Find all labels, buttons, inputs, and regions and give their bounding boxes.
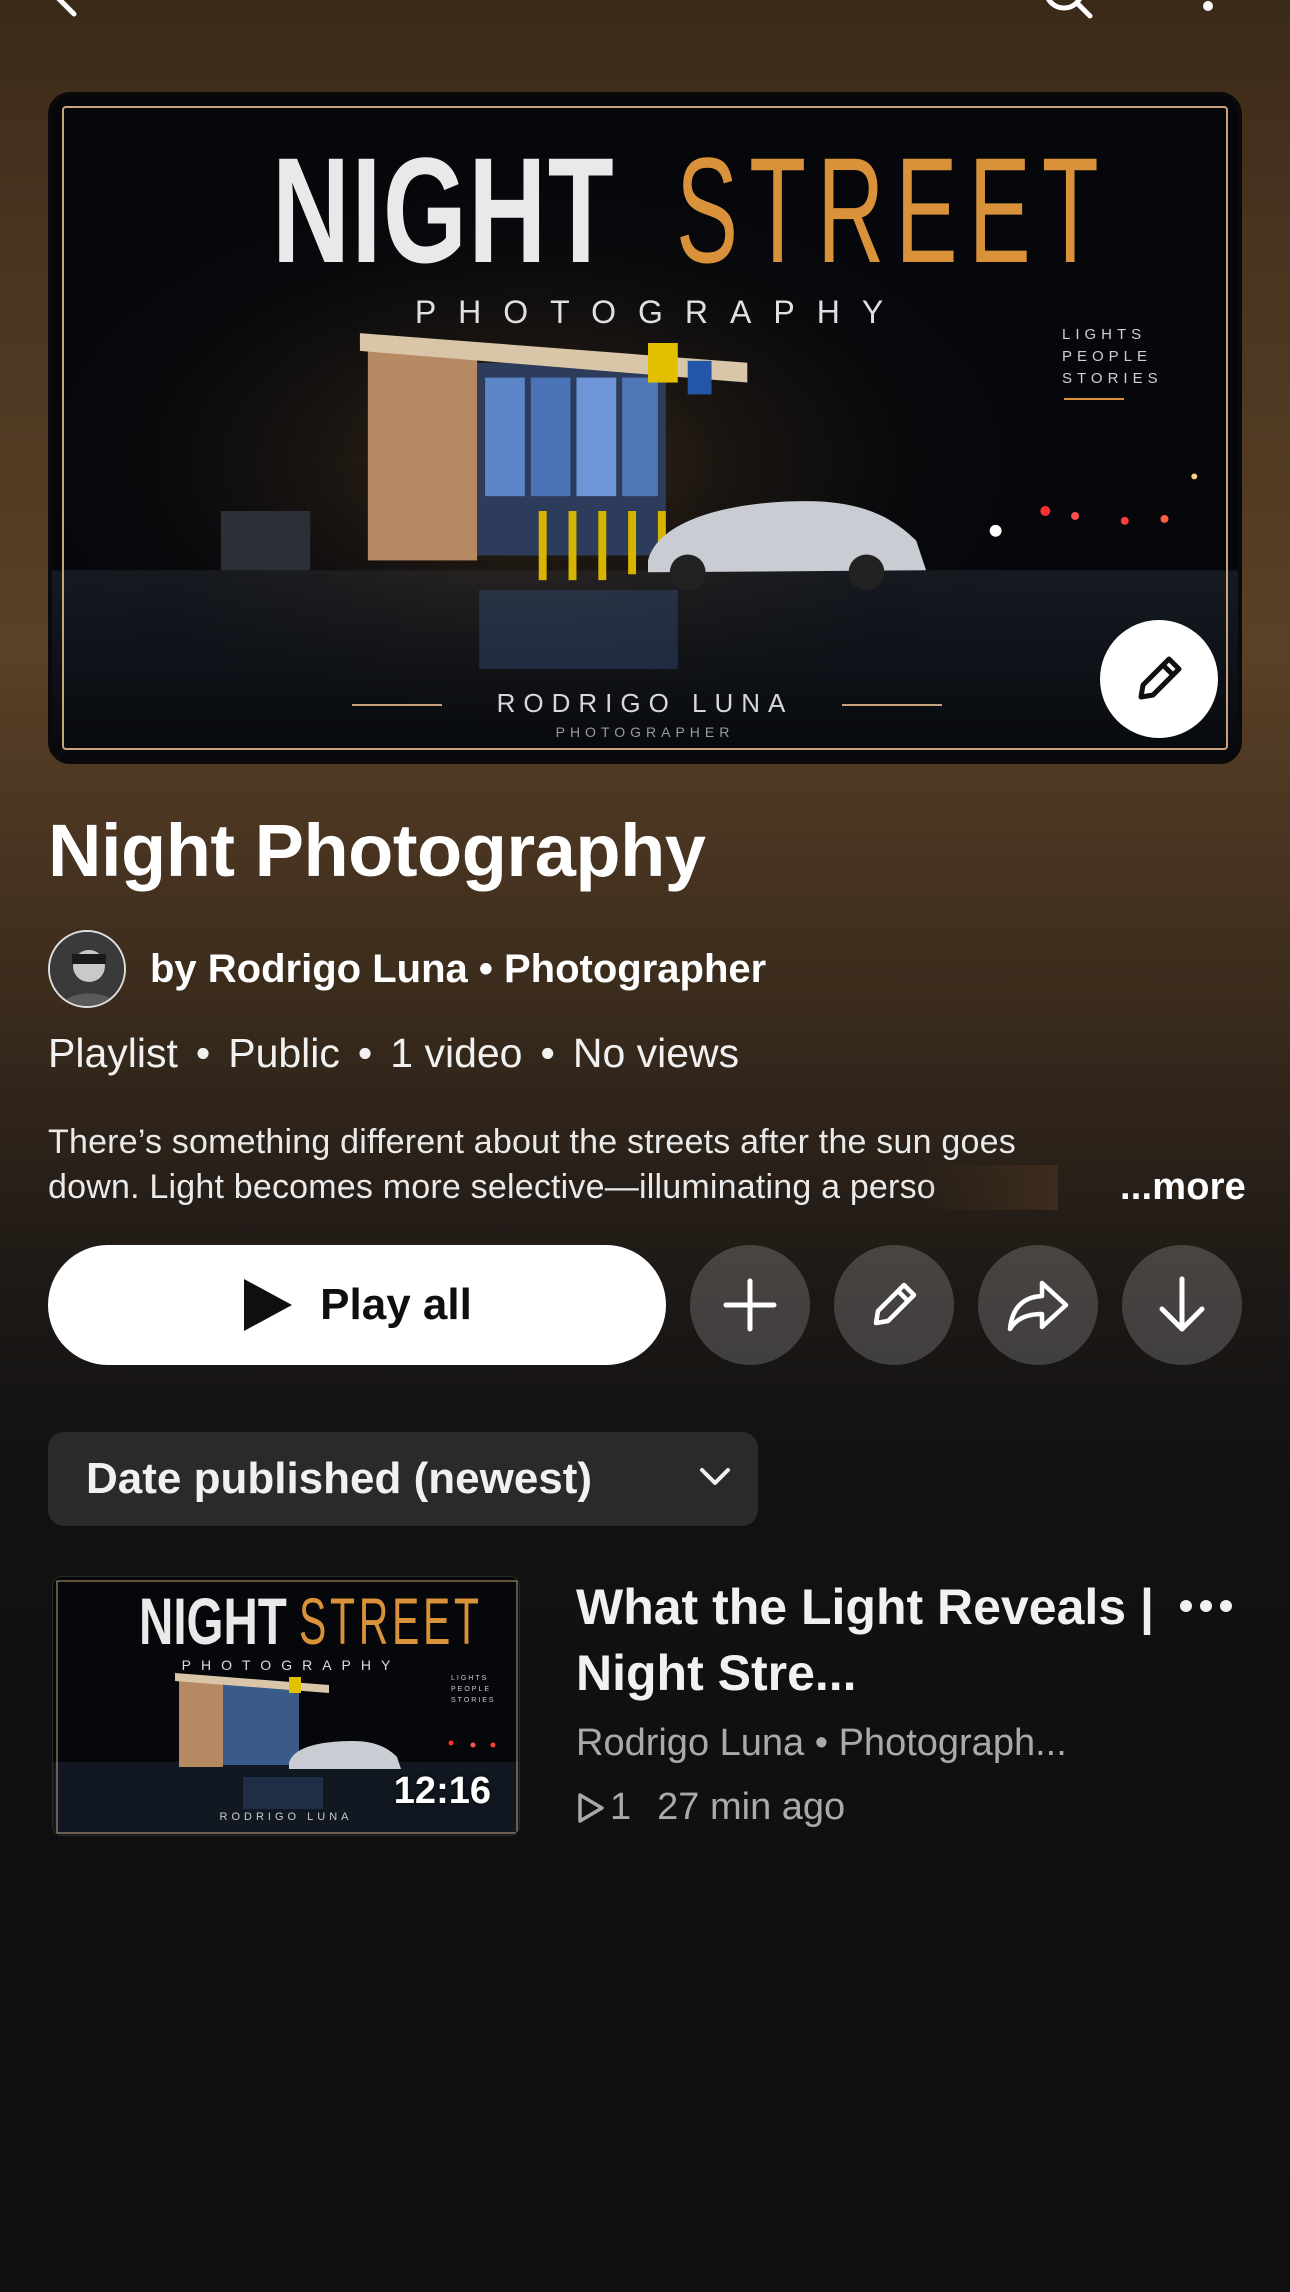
tagline-rule: [1064, 398, 1124, 400]
thumbnail-subtitle: PHOTOGRAPHY: [414, 294, 906, 330]
back-icon[interactable]: [46, 0, 86, 18]
upload-age: 27 min ago: [657, 1786, 846, 1828]
playlist-actions: Play all: [48, 1245, 1242, 1365]
thumbnail-title-night: NIGHT: [272, 126, 616, 294]
top-bar: [0, 0, 1290, 40]
meta-separator: •: [195, 1030, 211, 1076]
sort-dropdown[interactable]: Date published (newest): [48, 1432, 758, 1526]
description-line: There’s something different about the st…: [48, 1123, 1016, 1161]
thumbnail-title-street: STREET: [676, 126, 1110, 294]
playlist-thumbnail[interactable]: NIGHT STREET PHOTOGRAPHY LIGHTS PEOPLE S…: [48, 92, 1242, 764]
play-all-button[interactable]: Play all: [48, 1245, 666, 1365]
download-button[interactable]: [1122, 1245, 1242, 1365]
view-count: 1: [610, 1786, 632, 1828]
playlist-meta: Playlist • Public • 1 video • No views: [48, 1030, 739, 1077]
meta-privacy: Public: [228, 1030, 340, 1076]
meta-views: No views: [572, 1030, 740, 1076]
thumb-title-night: NIGHT: [139, 1584, 287, 1658]
meta-video-count: 1 video: [390, 1030, 523, 1076]
description-fade: [918, 1165, 1058, 1210]
tagline-line: STORIES: [1062, 370, 1163, 387]
views-icon: [578, 1792, 604, 1823]
share-icon: [1007, 1280, 1069, 1332]
video-title[interactable]: What the Light Reveals | Night Stre...: [576, 1574, 1166, 1706]
more-link[interactable]: ...more: [1120, 1165, 1246, 1210]
add-to-playlist-button[interactable]: [690, 1245, 810, 1365]
edit-icon: [873, 1282, 917, 1326]
description-line: down. Light becomes more selective—illum…: [48, 1168, 936, 1206]
meta-type: Playlist: [48, 1030, 178, 1076]
thumbnail-tagline: LIGHTS PEOPLE STORIES: [1062, 324, 1163, 390]
edit-icon: [1138, 656, 1182, 700]
playlist-description[interactable]: There’s something different about the st…: [48, 1120, 1246, 1210]
chevron-down-icon: [700, 1468, 730, 1485]
edit-playlist-button[interactable]: [834, 1245, 954, 1365]
download-icon: [1159, 1276, 1205, 1332]
list-item[interactable]: NIGHT STREET PHOTOGRAPHY LIGHTS PEOPLE S…: [48, 1574, 1242, 1836]
thumb-title-street: STREET: [299, 1584, 483, 1658]
meta-separator: •: [357, 1030, 373, 1076]
more-horiz-icon[interactable]: [1178, 1594, 1234, 1618]
thumb-subtitle: PHOTOGRAPHY: [181, 1657, 401, 1673]
tagline-line: LIGHTS: [1062, 326, 1147, 343]
avatar-image: [50, 932, 124, 1006]
thumb-tagline: LIGHTS PEOPLE STORIES: [451, 1675, 496, 1704]
thumbnail-credit-sub: PHOTOGRAPHER: [555, 724, 735, 740]
meta-separator: •: [540, 1030, 555, 1076]
owner-name[interactable]: by Rodrigo Luna • Photographer: [150, 947, 766, 992]
tagline-line: PEOPLE: [1062, 348, 1153, 365]
edit-thumbnail-button[interactable]: [1100, 620, 1218, 738]
video-channel: Rodrigo Luna • Photograph...: [576, 1722, 1067, 1764]
more-vert-icon[interactable]: [1196, 0, 1220, 16]
thumbnail-credit: RODRIGO LUNA: [496, 688, 794, 718]
description-line-wrap: down. Light becomes more selective—illum…: [48, 1165, 1058, 1210]
video-thumbnail[interactable]: NIGHT STREET PHOTOGRAPHY LIGHTS PEOPLE S…: [52, 1576, 520, 1836]
duration-badge: 12:16: [393, 1770, 491, 1812]
play-all-label: Play all: [320, 1280, 472, 1329]
play-icon: [244, 1279, 293, 1331]
add-icon: [723, 1278, 777, 1332]
playlist-title: Night Photography: [48, 809, 706, 892]
sort-label: Date published (newest): [86, 1454, 593, 1503]
avatar[interactable]: [48, 930, 126, 1008]
search-icon[interactable]: [1040, 0, 1096, 22]
owner-row[interactable]: by Rodrigo Luna • Photographer: [48, 930, 766, 1008]
video-stats: 1 27 min ago: [576, 1786, 845, 1829]
share-button[interactable]: [978, 1245, 1098, 1365]
